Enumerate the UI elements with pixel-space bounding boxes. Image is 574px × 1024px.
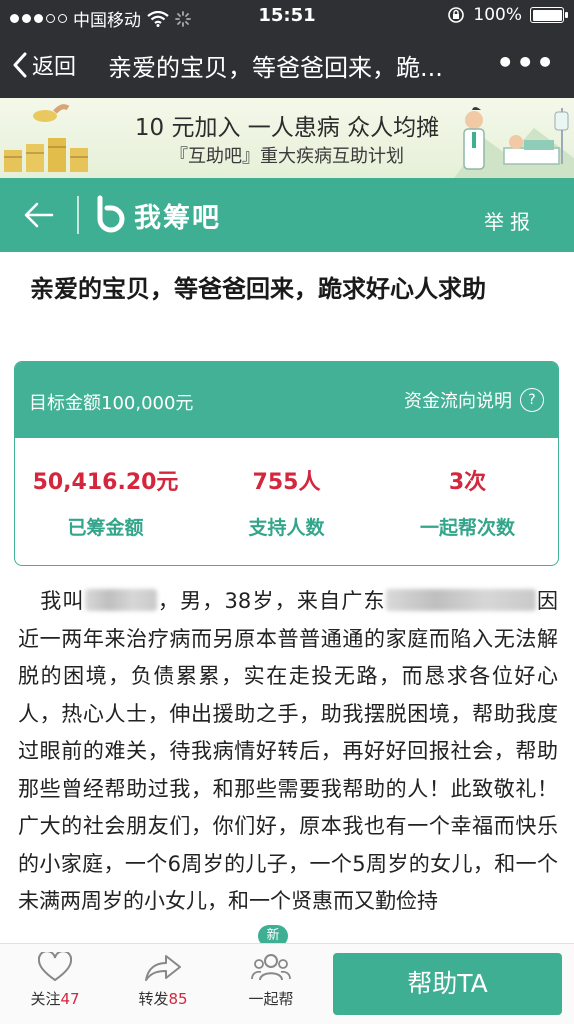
battery-icon: [530, 7, 568, 23]
battery-level: [532, 9, 562, 21]
help-together-label: 一起帮次数: [419, 517, 515, 539]
fundraising-stats-card: 目标金额100,000元 资金流向说明 ? 50,416.20元 已筹金额 75…: [14, 361, 559, 566]
share-label: 转发: [138, 990, 169, 1008]
heart-icon: [38, 952, 72, 982]
arrow-left-icon: [24, 202, 54, 228]
share-count: 85: [168, 990, 188, 1008]
brand-name: 我筹吧: [134, 203, 221, 234]
fund-flow-label: 资金流向说明: [404, 391, 512, 412]
share-button[interactable]: 转发85: [118, 952, 208, 1009]
follow-label: 关注: [30, 990, 61, 1008]
brand-logo-icon: [97, 195, 125, 233]
target-amount: 目标金额100,000元: [29, 393, 194, 414]
raised-amount-value: 50,416.20元: [32, 470, 179, 495]
orientation-lock-icon: [448, 7, 465, 23]
ad-banner[interactable]: 10 元加入 一人患病 众人均摊 『互助吧』重大疾病互助计划: [0, 98, 574, 178]
help-together-label-footer: 一起帮: [248, 990, 294, 1008]
back-button[interactable]: 返回: [12, 49, 76, 81]
story-text-body: 因近一两年来治疗病而另原本普普通通的家庭而陷入无法解脱的困境，负债累累，实在走投…: [18, 589, 558, 913]
help-together-stat: 3次 一起帮次数: [377, 438, 558, 565]
story-text-origin: ，男，38岁，来自广东: [156, 589, 386, 613]
help-together-value: 3次: [448, 470, 487, 495]
doctor-patient-illustration-icon: [454, 107, 574, 178]
fund-flow-explanation-link[interactable]: 资金流向说明 ?: [404, 387, 544, 413]
campaign-story: 我叫 ，男，38岁，来自广东 因近一两年来治疗病而另原本普普通通的家庭而陷入无法解脱…: [18, 583, 558, 921]
wechat-nav-bar: 返回 亲爱的宝贝，等爸爸回来，跪... •••: [0, 32, 574, 98]
question-circle-icon: ?: [520, 388, 544, 412]
header-back-button[interactable]: [22, 198, 56, 236]
supporters-label: 支持人数: [248, 517, 325, 539]
supporters-stat: 755人 支持人数: [196, 438, 377, 565]
follow-button[interactable]: 关注47: [10, 952, 100, 1009]
raised-amount-stat: 50,416.20元 已筹金额: [15, 438, 196, 565]
more-menu-button[interactable]: •••: [496, 46, 556, 79]
stats-card-header: 目标金额100,000元 资金流向说明 ?: [15, 362, 558, 438]
campaign-title: 亲爱的宝贝，等爸爸回来，跪求好心人求助: [30, 275, 486, 303]
help-together-button[interactable]: 一起帮: [226, 952, 316, 1009]
status-bar: 中国移动 15:51 100%: [0, 0, 574, 32]
battery-percent: 100%: [473, 5, 522, 25]
redacted-name: [84, 589, 157, 611]
bottom-action-bar: 关注47 转发85 一起帮 帮助TA: [0, 943, 574, 1024]
group-people-icon: [251, 954, 291, 981]
app-header: 我筹吧 举报: [0, 178, 574, 252]
help-ta-button[interactable]: 帮助TA: [333, 953, 562, 1015]
header-divider: [77, 196, 79, 234]
share-arrow-icon: [145, 955, 181, 981]
report-button[interactable]: 举报: [484, 206, 536, 235]
supporters-value: 755人: [252, 470, 321, 495]
story-text-intro: 我叫: [39, 589, 85, 613]
raised-amount-label: 已筹金额: [67, 517, 144, 539]
follow-count: 47: [60, 990, 80, 1008]
back-label: 返回: [32, 55, 77, 80]
redacted-address: [385, 589, 536, 611]
page-title: 亲爱的宝贝，等爸爸回来，跪...: [108, 54, 443, 82]
chevron-left-icon: [13, 52, 27, 78]
